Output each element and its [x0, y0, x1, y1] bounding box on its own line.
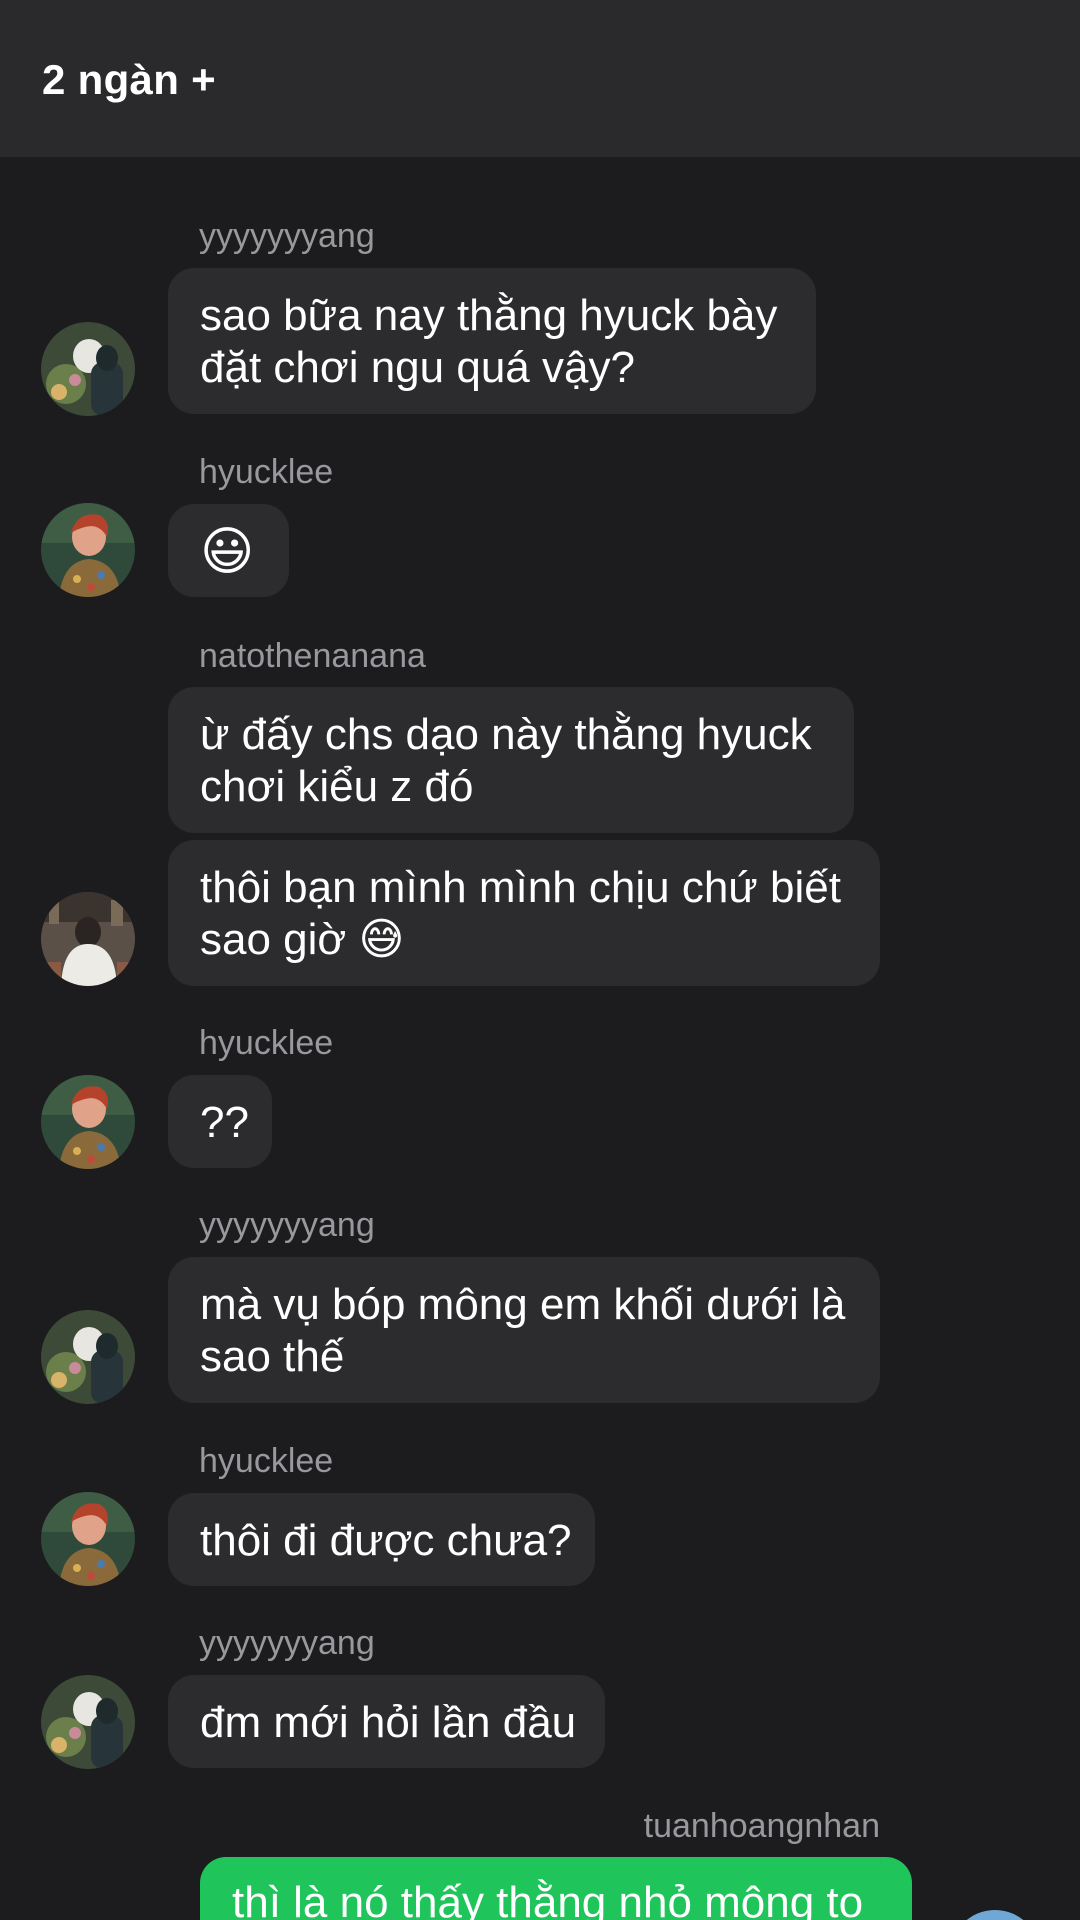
smiley-emoji: 😃 [200, 523, 255, 581]
message-bubble[interactable]: mà vụ bóp mông em khối dưới là sao thế [168, 1257, 880, 1403]
message-text: sao giờ 😅 [200, 915, 405, 964]
message-bubble[interactable]: đm mới hỏi lần đầu [168, 1675, 605, 1768]
message-text: ?? [200, 1098, 249, 1147]
sender-name[interactable]: yyyyyyyang [199, 216, 375, 256]
avatar-natothenanana-icon[interactable] [41, 892, 135, 986]
sender-name[interactable]: hyucklee [199, 1023, 333, 1063]
message-text: sao thế [200, 1332, 345, 1381]
avatar-yyyyyyyang-icon[interactable] [41, 1310, 135, 1404]
message-bubble[interactable]: sao bữa nay thằng hyuck bày đặt chơi ngu… [168, 268, 816, 414]
sender-name[interactable]: tuanhoangnhan [560, 1806, 880, 1846]
sender-name[interactable]: yyyyyyyang [199, 1623, 375, 1663]
sender-name[interactable]: yyyyyyyang [199, 1205, 375, 1245]
message-text: sao bữa nay thằng hyuck bày [200, 291, 778, 340]
avatar-yyyyyyyang-icon[interactable] [41, 1675, 135, 1769]
message-text: đm mới hỏi lần đầu [200, 1698, 577, 1747]
sender-name[interactable]: natothenanana [199, 636, 426, 676]
sender-name[interactable]: hyucklee [199, 452, 333, 492]
message-bubble[interactable]: ừ đấy chs dạo này thằng hyuck chơi kiểu … [168, 687, 854, 833]
message-text: thôi bạn mình mình chịu chứ biết [200, 863, 841, 912]
message-text: thì là nó thấy thằng nhỏ mông to [232, 1878, 864, 1920]
message-text: ừ đấy chs dạo này thằng hyuck [200, 710, 812, 759]
chat-screen: 2 ngàn + yyyyyyyang sao bữa nay thằng hy… [0, 0, 1080, 1920]
avatar-hyucklee-icon[interactable] [41, 1075, 135, 1169]
message-bubble-outgoing[interactable]: thì là nó thấy thằng nhỏ mông to [200, 1857, 912, 1920]
message-text: thôi đi được chưa? [200, 1516, 572, 1565]
chat-title[interactable]: 2 ngàn + [42, 52, 216, 108]
message-text: mà vụ bóp mông em khối dưới là [200, 1280, 846, 1329]
avatar-self-icon[interactable] [950, 1910, 1040, 1920]
avatar-yyyyyyyang-icon[interactable] [41, 322, 135, 416]
avatar-hyucklee-icon[interactable] [41, 503, 135, 597]
message-text: chơi kiểu z đó [200, 762, 474, 811]
message-bubble[interactable]: ?? [168, 1075, 272, 1168]
message-text: đặt chơi ngu quá vậy? [200, 343, 635, 392]
sender-name[interactable]: hyucklee [199, 1441, 333, 1481]
message-bubble[interactable]: thôi đi được chưa? [168, 1493, 595, 1586]
message-bubble[interactable]: 😃 [168, 504, 289, 597]
chat-header: 2 ngàn + [0, 0, 1080, 157]
avatar-hyucklee-icon[interactable] [41, 1492, 135, 1586]
message-bubble[interactable]: thôi bạn mình mình chịu chứ biết sao giờ… [168, 840, 880, 986]
